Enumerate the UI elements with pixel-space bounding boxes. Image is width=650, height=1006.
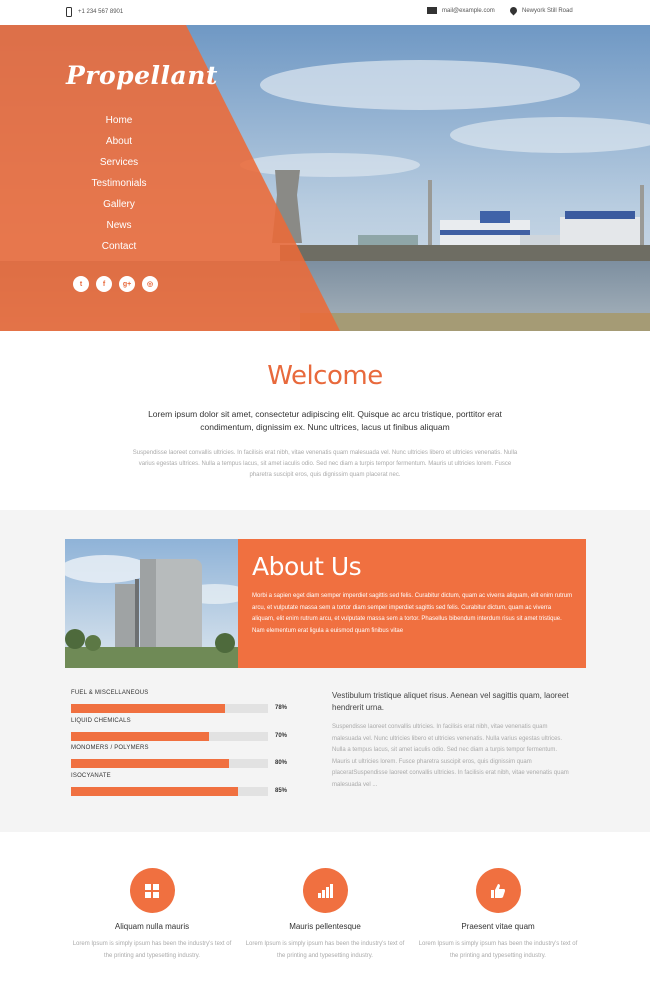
- side-heading: Vestibulum tristique aliquet risus. Aene…: [332, 691, 569, 712]
- progress-track: [71, 786, 268, 796]
- phone-icon: [66, 7, 72, 17]
- progress-item: LIQUID CHEMICALS 70%: [71, 718, 293, 746]
- welcome-body: Suspendisse laoreet convallis ultricies.…: [132, 450, 518, 478]
- features-section: Aliquam nulla mauris Lorem Ipsum is simp…: [0, 832, 650, 1006]
- about-silo-photo: [65, 539, 238, 668]
- mail-icon: [427, 7, 437, 14]
- progress-label: ISOCYANATE: [71, 772, 111, 779]
- nav-contact[interactable]: Contact: [69, 240, 169, 261]
- email-address: mail@example.com: [442, 7, 495, 14]
- progress-fill: [71, 704, 225, 713]
- about-panel: About Us Morbi a sapien eget diam semper…: [238, 539, 586, 668]
- progress-percent: 78%: [275, 705, 288, 711]
- welcome-section: Welcome Lorem ipsum dolor sit amet, cons…: [0, 331, 650, 510]
- top-contact-bar: +1 234 567 8901 mail@example.com Newyork…: [0, 0, 650, 25]
- progress-label: FUEL & MISCELLANEOUS: [71, 690, 149, 696]
- address-contact: Newyork Still Road: [508, 5, 573, 16]
- welcome-lead: Lorem ipsum dolor sit amet, consectetur …: [148, 409, 502, 432]
- about-side-text: Vestibulum tristique aliquet risus. Aene…: [332, 690, 572, 791]
- welcome-title: Welcome: [267, 361, 383, 391]
- nav-testimonials[interactable]: Testimonials: [69, 177, 169, 198]
- location-pin-icon: [508, 5, 519, 16]
- feature-text: Lorem Ipsum is simply ipsum has been the…: [418, 941, 578, 959]
- brand-logo[interactable]: Propellant: [66, 61, 218, 90]
- nav-about[interactable]: About: [69, 135, 169, 156]
- about-title: About Us: [252, 552, 362, 581]
- grid-icon[interactable]: [129, 868, 175, 913]
- progress-bars: FUEL & MISCELLANEOUS 78% LIQUID CHEMICAL…: [71, 690, 293, 800]
- progress-label: LIQUID CHEMICALS: [71, 717, 131, 724]
- main-nav: Home About Services Testimonials Gallery…: [69, 114, 169, 261]
- social-links: t f g+ ◎: [73, 276, 158, 292]
- feature-title: Aliquam nulla mauris: [114, 922, 190, 931]
- feature-card: Aliquam nulla mauris Lorem Ipsum is simp…: [72, 868, 232, 962]
- email-contact[interactable]: mail@example.com: [427, 7, 495, 14]
- progress-track: [71, 704, 268, 713]
- progress-label: MONOMERS / POLYMERS: [71, 745, 149, 751]
- feature-text: Lorem Ipsum is simply ipsum has been the…: [72, 941, 232, 959]
- nav-services[interactable]: Services: [69, 156, 169, 177]
- progress-percent: 85%: [275, 787, 288, 794]
- progress-item: ISOCYANATE 85%: [71, 773, 293, 801]
- about-section: About Us Morbi a sapien eget diam semper…: [0, 510, 650, 832]
- twitter-icon[interactable]: t: [73, 276, 89, 292]
- progress-percent: 70%: [275, 732, 288, 739]
- phone-contact[interactable]: +1 234 567 8901: [66, 7, 123, 17]
- progress-item: FUEL & MISCELLANEOUS 78%: [71, 690, 293, 718]
- hero-banner: Propellant Home About Services Testimoni…: [0, 25, 650, 331]
- feature-text: Lorem Ipsum is simply ipsum has been the…: [245, 941, 405, 959]
- google-plus-icon[interactable]: g+: [119, 276, 135, 292]
- phone-number: +1 234 567 8901: [78, 9, 124, 15]
- progress-track: [71, 759, 268, 768]
- feature-card: Mauris pellentesque Lorem Ipsum is simpl…: [245, 868, 405, 962]
- progress-fill: [71, 731, 209, 741]
- nav-gallery[interactable]: Gallery: [69, 198, 169, 219]
- progress-item: MONOMERS / POLYMERS 80%: [71, 745, 293, 773]
- progress-fill: [71, 786, 239, 796]
- about-text: Morbi a sapien eget diam semper imperdie…: [252, 593, 573, 634]
- dribbble-icon[interactable]: ◎: [142, 276, 158, 292]
- bar-chart-icon[interactable]: [302, 868, 348, 913]
- progress-percent: 80%: [275, 760, 288, 766]
- feature-card: Praesent vitae quam Lorem Ipsum is simpl…: [418, 868, 578, 962]
- side-paragraph: Suspendisse laoreet convallis ultricies.…: [332, 724, 569, 788]
- feature-title: Praesent vitae quam: [461, 922, 535, 931]
- feature-title: Mauris pellentesque: [289, 922, 361, 931]
- nav-home[interactable]: Home: [69, 114, 169, 135]
- progress-track: [71, 731, 268, 741]
- nav-news[interactable]: News: [69, 219, 169, 240]
- facebook-icon[interactable]: f: [96, 276, 112, 292]
- progress-fill: [71, 759, 229, 768]
- address-text: Newyork Still Road: [522, 7, 573, 14]
- thumbs-up-icon[interactable]: [475, 868, 521, 913]
